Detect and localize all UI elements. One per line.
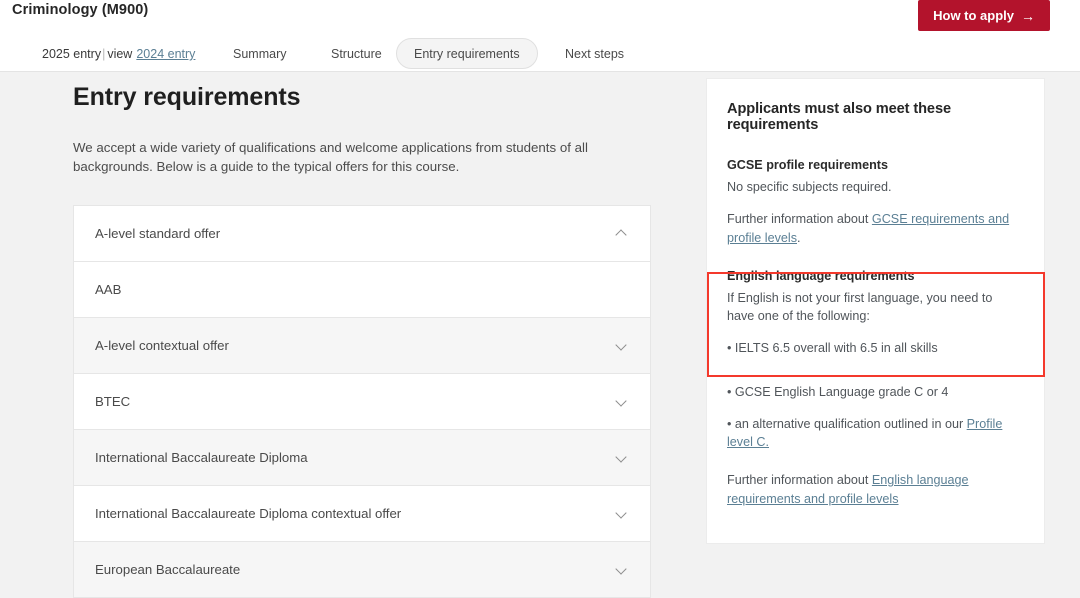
- english-requirements-body: If English is not your first language, y…: [727, 290, 993, 323]
- page-title: Entry requirements: [73, 83, 301, 111]
- english-bullet-alternative-prefix: • an alternative qualification outlined …: [727, 416, 967, 431]
- english-further-prefix: Further information about: [727, 473, 872, 488]
- tab-structure[interactable]: Structure: [313, 38, 400, 69]
- gcse-further-prefix: Further information about: [727, 212, 872, 227]
- chevron-down-icon: [617, 396, 628, 407]
- accordion-label: International Baccalaureate Diploma cont…: [95, 505, 402, 521]
- english-further-information: Further information about English langua…: [727, 471, 1022, 508]
- gcse-further-information: Further information about GCSE requireme…: [727, 210, 1022, 247]
- gcse-requirements-body: No specific subjects required.: [727, 180, 892, 194]
- english-requirements-heading: English language requirements: [727, 268, 915, 283]
- page-course-title: Criminology (M900): [12, 2, 149, 18]
- sidebar-title: Applicants must also meet these requirem…: [727, 101, 951, 133]
- how-to-apply-button[interactable]: How to apply →: [918, 0, 1050, 31]
- accordion-label: European Baccalaureate: [95, 561, 241, 577]
- qualifications-accordion: A-level standard offer AAB A-level conte…: [73, 204, 651, 598]
- accordion-label: International Baccalaureate Diploma: [95, 449, 308, 465]
- additional-requirements-card: Applicants must also meet these requirem…: [706, 78, 1045, 544]
- entry-year-view-label: view: [107, 47, 133, 61]
- entry-year-current: 2025 entry: [42, 47, 102, 61]
- english-bullet-ielts: • IELTS 6.5 overall with 6.5 in all skil…: [727, 341, 938, 356]
- accordion-panel-a-level-standard-offer: AAB: [74, 261, 650, 318]
- accordion-label: BTEC: [95, 393, 131, 409]
- accordion-panel-value: AAB: [95, 281, 122, 297]
- tab-summary[interactable]: Summary: [215, 38, 304, 69]
- accordion-row-european-baccalaureate[interactable]: European Baccalaureate: [74, 541, 650, 598]
- entry-year-divider: |: [102, 47, 106, 61]
- accordion-row-a-level-contextual-offer[interactable]: A-level contextual offer: [74, 317, 650, 374]
- chevron-down-icon: [617, 340, 628, 351]
- intro-paragraph: We accept a wide variety of qualificatio…: [73, 140, 588, 175]
- english-bullet-gcse: • GCSE English Language grade C or 4: [727, 384, 949, 399]
- chevron-down-icon: [617, 564, 628, 575]
- tab-next-steps[interactable]: Next steps: [547, 38, 642, 69]
- accordion-label: A-level standard offer: [95, 225, 221, 241]
- accordion-row-btec[interactable]: BTEC: [74, 373, 650, 430]
- gcse-profile-requirements-block: GCSE profile requirements No specific su…: [727, 158, 1022, 247]
- accordion-row-international-baccalaureate-diploma-contextual-offer[interactable]: International Baccalaureate Diploma cont…: [74, 485, 650, 542]
- english-language-requirements-block: English language requirements If English…: [727, 269, 1022, 508]
- english-bullet-alternative: • an alternative qualification outlined …: [727, 415, 1022, 452]
- arrow-right-icon: →: [1021, 7, 1035, 24]
- chevron-up-icon: [617, 228, 628, 239]
- chevron-down-icon: [617, 452, 628, 463]
- site-header: Criminology (M900) How to apply → 2025 e…: [0, 0, 1080, 72]
- chevron-down-icon: [617, 508, 628, 519]
- tab-entry-requirements[interactable]: Entry requirements: [396, 38, 538, 69]
- entry-year-selector: 2025 entry| view 2024 entry: [42, 47, 195, 61]
- main-content-area: Entry requirements We accept a wide vari…: [0, 72, 1080, 598]
- gcse-requirements-heading: GCSE profile requirements: [727, 158, 888, 172]
- how-to-apply-label: How to apply: [933, 8, 1014, 23]
- course-tab-bar: 2025 entry| view 2024 entry Summary Struct…: [0, 36, 1080, 72]
- entry-year-2024-link[interactable]: 2024 entry: [136, 47, 195, 61]
- entry-requirements-column: Entry requirements We accept a wide vari…: [73, 72, 651, 598]
- gcse-further-suffix: .: [797, 230, 801, 245]
- accordion-label: A-level contextual offer: [95, 337, 229, 353]
- accordion-row-international-baccalaureate-diploma[interactable]: International Baccalaureate Diploma: [74, 429, 650, 486]
- accordion-row-a-level-standard-offer[interactable]: A-level standard offer: [74, 205, 650, 262]
